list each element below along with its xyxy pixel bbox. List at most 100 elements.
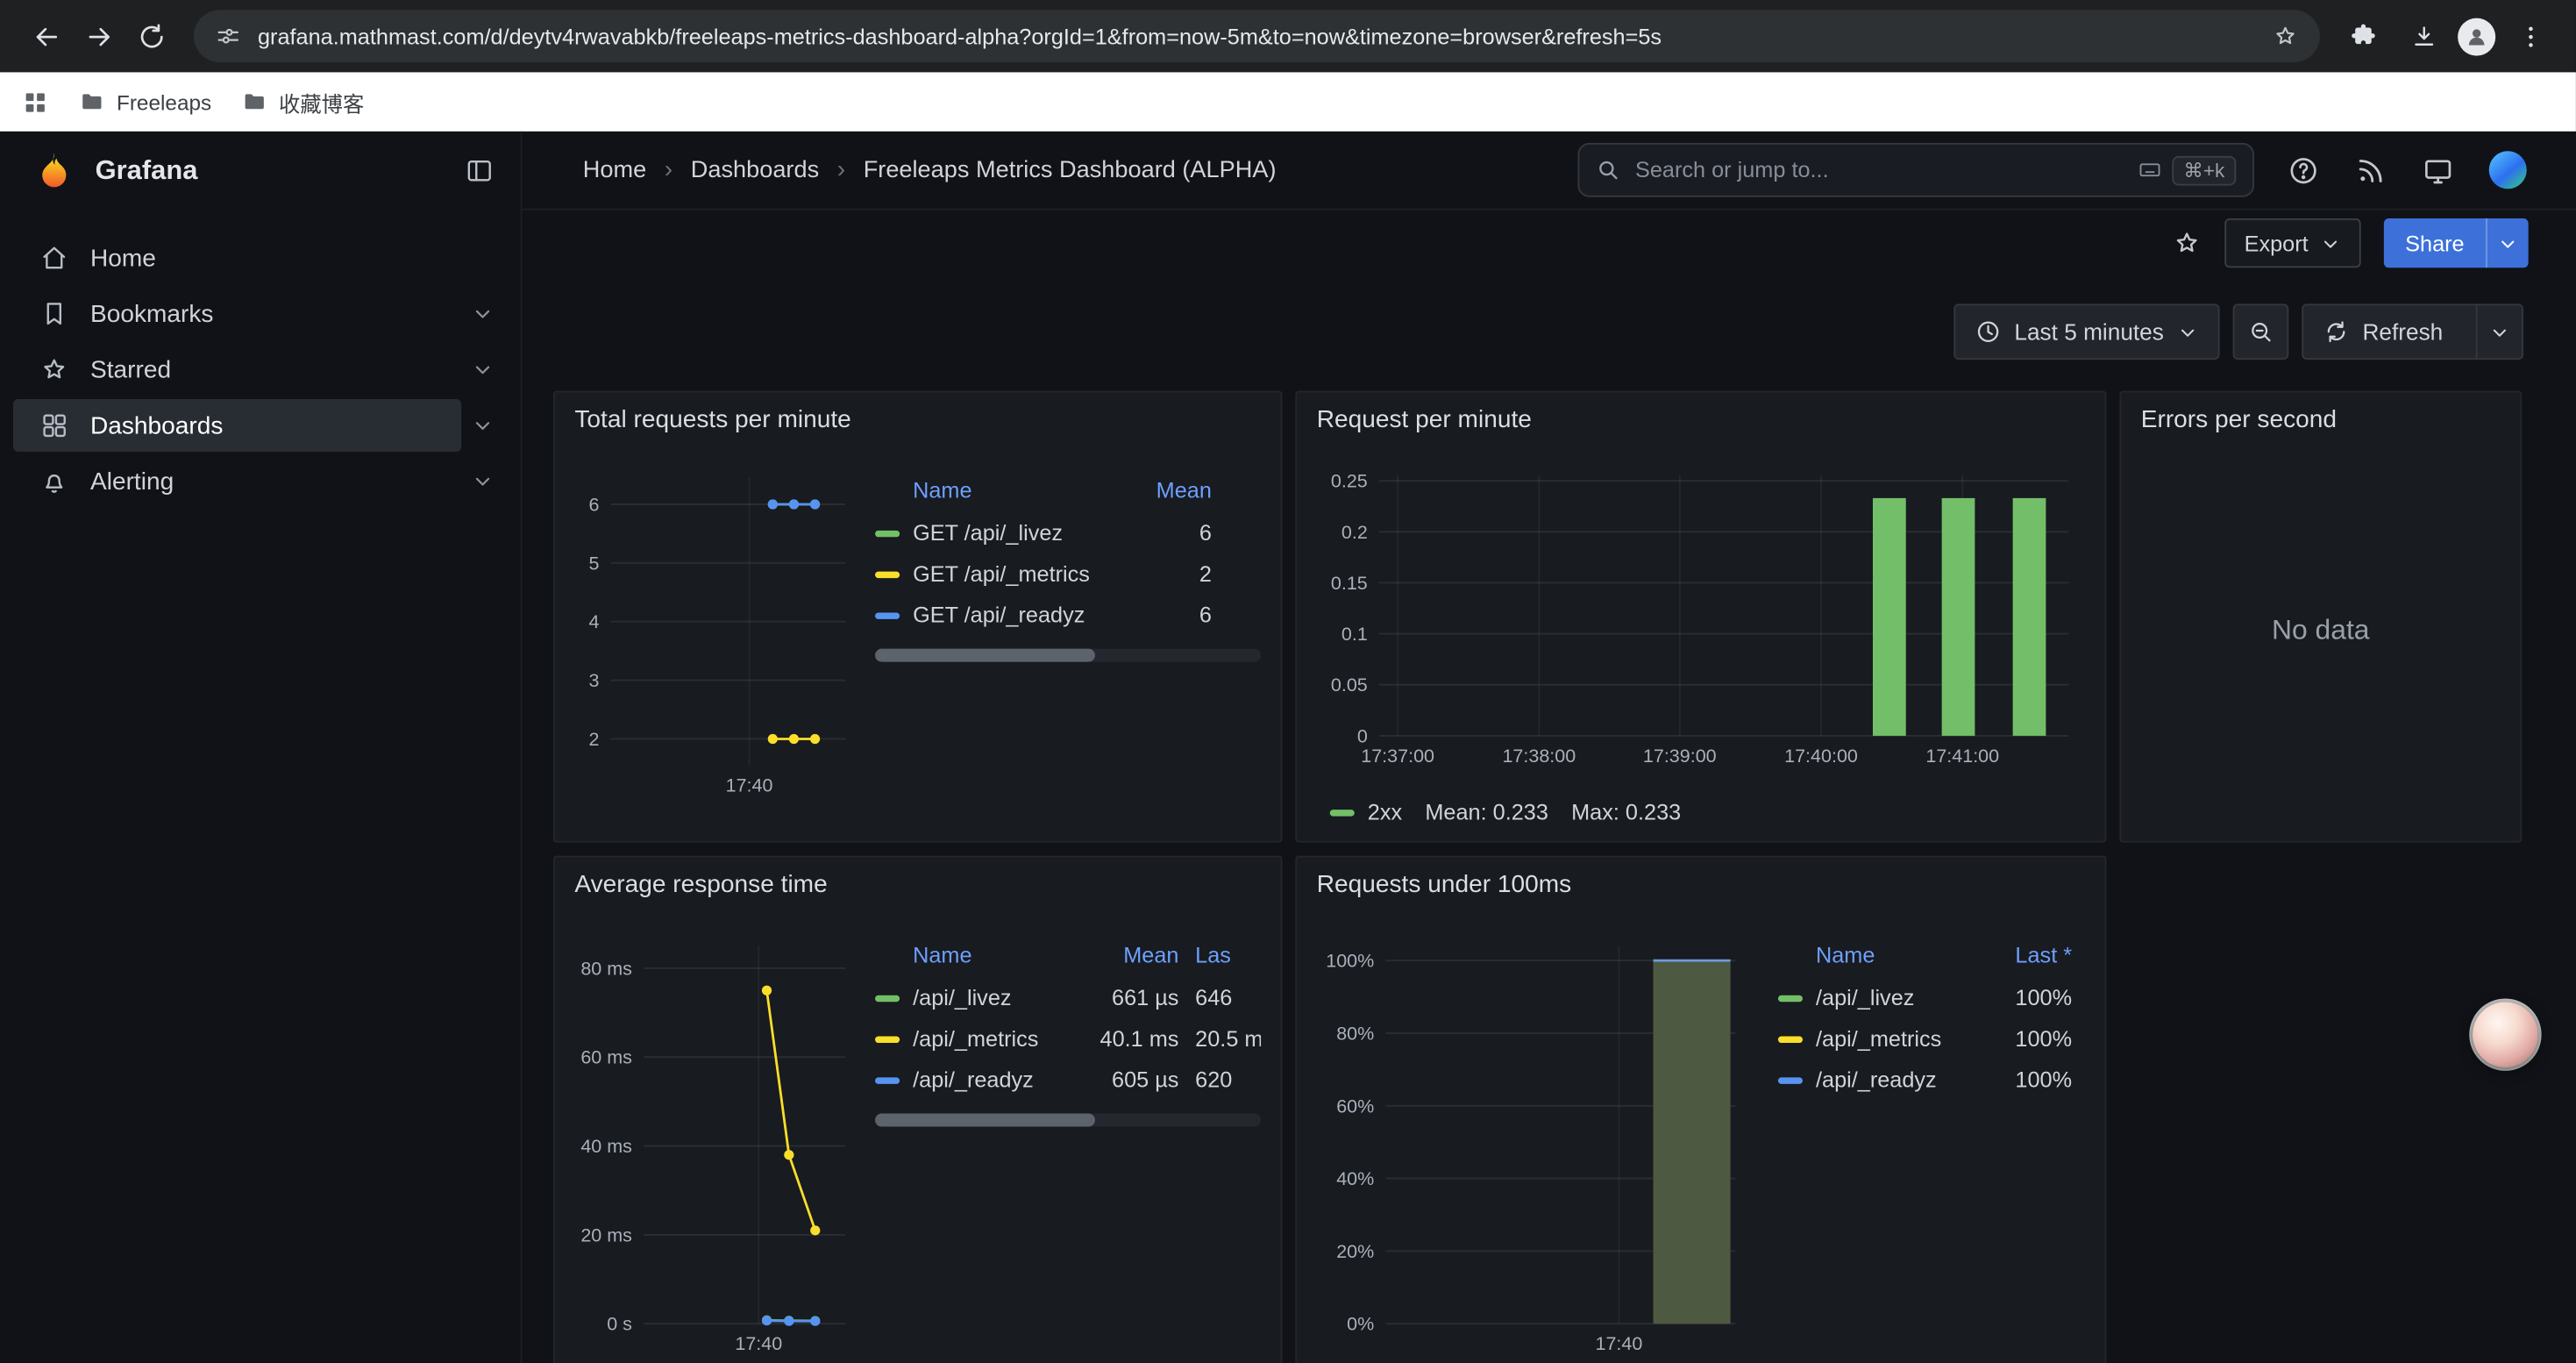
clock-icon <box>1975 318 2001 345</box>
legend-col-name[interactable]: Name <box>1778 943 1974 967</box>
svg-text:0: 0 <box>1357 725 1368 746</box>
browser-menu-icon[interactable] <box>2504 10 2557 62</box>
back-icon[interactable] <box>19 10 72 62</box>
panel-title[interactable]: Average response time <box>555 857 1281 906</box>
forward-icon[interactable] <box>72 10 125 62</box>
legend-table: Name Mean Las /api/_livez 661 µs 646 /ap… <box>875 943 1261 1363</box>
downloads-icon[interactable] <box>2397 10 2450 62</box>
sidebar-item-home[interactable]: Home <box>0 230 521 286</box>
extensions-icon[interactable] <box>2337 10 2389 62</box>
refresh-interval-dropdown[interactable] <box>2476 305 2522 358</box>
sidebar-item-starred[interactable]: Starred <box>0 341 521 397</box>
legend-row[interactable]: GET /api/_metrics 2 <box>875 553 1261 595</box>
legend-row[interactable]: /api/_metrics 100% <box>1778 1018 2085 1060</box>
bookmark-star-icon[interactable] <box>2273 23 2299 49</box>
legend-col-mean[interactable]: Mean <box>1080 943 1178 967</box>
site-info-icon[interactable] <box>215 23 241 49</box>
series-mean: 6 <box>1114 603 1212 627</box>
svg-text:17:40: 17:40 <box>735 1333 782 1354</box>
url-bar[interactable]: grafana.mathmast.com/d/deytv4rwavabkb/fr… <box>194 10 2320 62</box>
legend-scrollbar[interactable] <box>875 1114 1261 1127</box>
legend-row[interactable]: /api/_livez 661 µs 646 <box>875 977 1261 1018</box>
browser-actions <box>2337 10 2557 62</box>
svg-text:80%: 80% <box>1336 1023 1374 1044</box>
legend-row[interactable]: /api/_readyz 605 µs 620 <box>875 1060 1261 1101</box>
legend-row[interactable]: GET /api/_readyz 6 <box>875 595 1261 636</box>
browser-toolbar: grafana.mathmast.com/d/deytv4rwavabkb/fr… <box>0 0 2576 72</box>
series-name: /api/_readyz <box>1816 1067 1974 1092</box>
user-profile-avatar[interactable] <box>2489 151 2527 189</box>
search-input[interactable]: Search or jump to... ⌘+k <box>1577 143 2253 197</box>
svg-text:5: 5 <box>588 553 599 574</box>
sidebar-item-dashboards[interactable]: Dashboards <box>0 397 521 453</box>
sidebar-item-bookmarks[interactable]: Bookmarks <box>0 286 521 342</box>
chevron-down-icon <box>2320 232 2341 253</box>
series-swatch <box>875 612 900 618</box>
requests-under-100ms-chart: 100%80%60%40%20%0%17:40 <box>1313 923 1748 1363</box>
panel-title[interactable]: Total requests per minute <box>555 393 1281 442</box>
sidebar-nav: Home Bookmarks Starred Dashboards <box>0 211 521 510</box>
time-controls: Last 5 minutes Refresh <box>522 276 2575 391</box>
refresh-button[interactable]: Refresh <box>2302 303 2523 360</box>
legend-row[interactable]: /api/_livez 100% <box>1778 977 2085 1018</box>
bookmarks-bar: Freeleaps 收藏博客 <box>0 72 2576 131</box>
browser-profile-avatar[interactable] <box>2458 18 2495 55</box>
request-per-minute-chart: 0.250.20.150.10.05017:37:0017:38:0017:39… <box>1307 455 2086 792</box>
time-range-picker[interactable]: Last 5 minutes <box>1953 303 2219 360</box>
kiosk-monitor-icon[interactable] <box>2422 153 2454 186</box>
svg-text:60 ms: 60 ms <box>580 1047 632 1068</box>
series-swatch <box>1778 1076 1803 1082</box>
chevron-down-icon[interactable] <box>471 303 494 325</box>
chevron-down-icon[interactable] <box>471 358 494 381</box>
help-icon[interactable] <box>2287 153 2319 186</box>
legend-row[interactable]: /api/_readyz 100% <box>1778 1060 2085 1101</box>
grafana-logo[interactable] <box>32 149 75 192</box>
svg-text:17:39:00: 17:39:00 <box>1643 746 1717 767</box>
series-name: /api/_metrics <box>1816 1026 1974 1051</box>
floating-assistant-avatar[interactable] <box>2473 1002 2538 1067</box>
scrollbar-thumb[interactable] <box>875 649 1095 662</box>
export-button[interactable]: Export <box>2224 218 2360 268</box>
chevron-down-icon[interactable] <box>471 414 494 437</box>
svg-text:0.15: 0.15 <box>1331 573 1368 594</box>
legend-col-last[interactable]: Las <box>1178 943 1261 967</box>
panel-title[interactable]: Requests under 100ms <box>1297 857 2104 906</box>
svg-text:60%: 60% <box>1336 1095 1374 1117</box>
legend-row[interactable]: /api/_metrics 40.1 ms 20.5 m <box>875 1018 1261 1060</box>
legend-col-mean[interactable]: Mean <box>1114 478 1212 503</box>
series-swatch <box>875 1036 900 1042</box>
legend-col-name[interactable]: Name <box>875 943 1080 967</box>
sidebar-toggle-icon[interactable] <box>465 156 495 186</box>
svg-text:0.2: 0.2 <box>1341 522 1368 543</box>
news-rss-icon[interactable] <box>2354 153 2387 186</box>
svg-text:100%: 100% <box>1326 951 1374 972</box>
favorite-star-icon[interactable] <box>2172 228 2202 258</box>
svg-text:40%: 40% <box>1336 1168 1374 1189</box>
breadcrumb-home[interactable]: Home <box>583 157 646 183</box>
apps-grid-icon[interactable] <box>21 88 49 116</box>
total-requests-chart: 6543217:40 <box>572 458 859 827</box>
svg-text:17:41:00: 17:41:00 <box>1925 746 1999 767</box>
zoom-out-button[interactable] <box>2233 303 2289 360</box>
legend-row[interactable]: GET /api/_livez 6 <box>875 512 1261 553</box>
bookmark-folder-blogs[interactable]: 收藏博客 <box>241 86 364 118</box>
no-data-message: No data <box>2138 442 2504 820</box>
scrollbar-thumb[interactable] <box>875 1114 1095 1127</box>
series-name[interactable]: 2xx <box>1368 800 1402 824</box>
reload-icon[interactable] <box>125 10 177 62</box>
sidebar-item-alerting[interactable]: Alerting <box>0 453 521 510</box>
chevron-down-icon[interactable] <box>471 470 494 493</box>
bookmark-folder-freeleaps[interactable]: Freeleaps <box>79 89 211 115</box>
panel-title[interactable]: Errors per second <box>2121 393 2520 442</box>
legend-col-name[interactable]: Name <box>875 478 1114 503</box>
panel-title[interactable]: Request per minute <box>1297 393 2104 442</box>
share-dropdown-icon[interactable] <box>2486 218 2529 268</box>
legend-scrollbar[interactable] <box>875 649 1261 662</box>
share-button[interactable]: Share <box>2384 218 2529 268</box>
legend-table: Name Last * /api/_livez 100% /api/_metri… <box>1778 943 2085 1363</box>
search-icon <box>1596 158 1620 182</box>
legend-col-last[interactable]: Last * <box>1974 943 2072 967</box>
folder-icon <box>79 89 105 115</box>
svg-text:0 s: 0 s <box>607 1314 632 1335</box>
breadcrumb-dashboards[interactable]: Dashboards <box>691 157 819 183</box>
